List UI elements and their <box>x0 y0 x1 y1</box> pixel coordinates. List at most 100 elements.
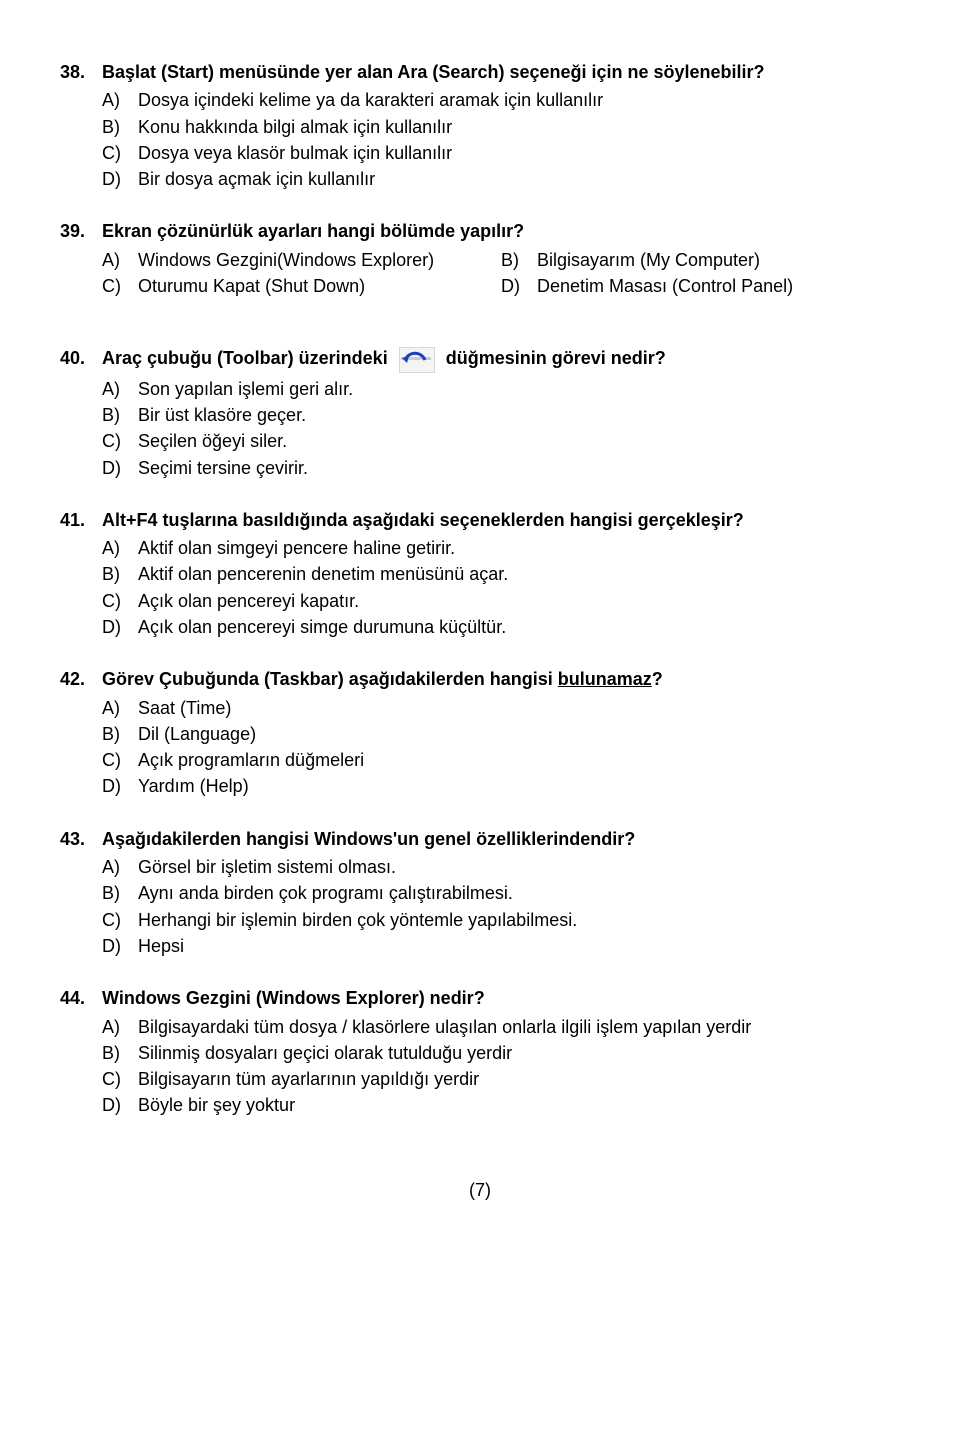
option-text: Silinmiş dosyaları geçici olarak tutuldu… <box>138 1041 900 1065</box>
undo-icon <box>399 347 435 373</box>
q39-row-ab: A) Windows Gezgini(Windows Explorer) B) … <box>102 248 900 272</box>
option-text: Bir üst klasöre geçer. <box>138 403 900 427</box>
option-text: Herhangi bir işlemin birden çok yöntemle… <box>138 908 900 932</box>
option-letter: A) <box>102 377 138 401</box>
option-text: Açık olan pencereyi simge durumuna küçül… <box>138 615 900 639</box>
option-text: Açık programların düğmeleri <box>138 748 900 772</box>
q42-stem: 42. Görev Çubuğunda (Taskbar) aşağıdakil… <box>60 667 900 691</box>
option-text: Oturumu Kapat (Shut Down) <box>138 274 501 298</box>
q40-number: 40. <box>60 346 102 372</box>
q39-option-c: C) Oturumu Kapat (Shut Down) <box>102 274 501 298</box>
question-41: 41. Alt+F4 tuşlarına basıldığında aşağıd… <box>60 508 900 639</box>
option-letter: B) <box>102 562 138 586</box>
option-letter: A) <box>102 536 138 560</box>
option-text: Windows Gezgini(Windows Explorer) <box>138 248 501 272</box>
q43-stem: 43. Aşağıdakilerden hangisi Windows'un g… <box>60 827 900 851</box>
q39-stem: 39. Ekran çözünürlük ayarları hangi bölü… <box>60 219 900 243</box>
q43-text: Aşağıdakilerden hangisi Windows'un genel… <box>102 827 900 851</box>
option-text: Bilgisayardaki tüm dosya / klasörlere ul… <box>138 1015 900 1039</box>
q42-text: Görev Çubuğunda (Taskbar) aşağıdakilerde… <box>102 667 900 691</box>
q41-text: Alt+F4 tuşlarına basıldığında aşağıdaki … <box>102 508 900 532</box>
option-letter: A) <box>102 88 138 112</box>
question-40: 40. Araç çubuğu (Toolbar) üzerindeki düğ… <box>60 346 900 479</box>
option-letter: B) <box>501 248 537 272</box>
q44-option-b: B) Silinmiş dosyaları geçici olarak tutu… <box>102 1041 900 1065</box>
q44-option-c: C) Bilgisayarın tüm ayarlarının yapıldığ… <box>102 1067 900 1091</box>
option-text: Aktif olan pencerenin denetim menüsünü a… <box>138 562 900 586</box>
option-text: Açık olan pencereyi kapatır. <box>138 589 900 613</box>
option-letter: C) <box>102 589 138 613</box>
q41-number: 41. <box>60 508 102 532</box>
option-text: Bilgisayarın tüm ayarlarının yapıldığı y… <box>138 1067 900 1091</box>
q39-row-cd: C) Oturumu Kapat (Shut Down) D) Denetim … <box>102 274 900 298</box>
q38-option-a: A) Dosya içindeki kelime ya da karakteri… <box>102 88 900 112</box>
q40-stem-pre: Araç çubuğu (Toolbar) üzerindeki <box>102 348 388 368</box>
q40-option-b: B) Bir üst klasöre geçer. <box>102 403 900 427</box>
option-text: Dil (Language) <box>138 722 900 746</box>
option-text: Dosya içindeki kelime ya da karakteri ar… <box>138 88 900 112</box>
option-text: Böyle bir şey yoktur <box>138 1093 900 1117</box>
option-letter: D) <box>102 167 138 191</box>
question-38: 38. Başlat (Start) menüsünde yer alan Ar… <box>60 60 900 191</box>
option-letter: C) <box>102 908 138 932</box>
option-letter: C) <box>102 1067 138 1091</box>
q44-number: 44. <box>60 986 102 1010</box>
question-44: 44. Windows Gezgini (Windows Explorer) n… <box>60 986 900 1117</box>
option-text: Saat (Time) <box>138 696 900 720</box>
q40-stem: 40. Araç çubuğu (Toolbar) üzerindeki düğ… <box>60 346 900 372</box>
q39-option-b: B) Bilgisayarım (My Computer) <box>501 248 900 272</box>
q42-option-c: C) Açık programların düğmeleri <box>102 748 900 772</box>
q40-text: Araç çubuğu (Toolbar) üzerindeki düğmesi… <box>102 346 900 372</box>
q42-option-a: A) Saat (Time) <box>102 696 900 720</box>
q40-stem-post: düğmesinin görevi nedir? <box>446 348 666 368</box>
q44-stem: 44. Windows Gezgini (Windows Explorer) n… <box>60 986 900 1010</box>
option-text: Denetim Masası (Control Panel) <box>537 274 900 298</box>
option-letter: D) <box>102 615 138 639</box>
option-letter: D) <box>102 934 138 958</box>
option-letter: C) <box>102 429 138 453</box>
question-42: 42. Görev Çubuğunda (Taskbar) aşağıdakil… <box>60 667 900 798</box>
option-text: Görsel bir işletim sistemi olması. <box>138 855 900 879</box>
option-letter: A) <box>102 248 138 272</box>
q44-option-d: D) Böyle bir şey yoktur <box>102 1093 900 1117</box>
q42-options: A) Saat (Time) B) Dil (Language) C) Açık… <box>102 696 900 799</box>
q41-stem: 41. Alt+F4 tuşlarına basıldığında aşağıd… <box>60 508 900 532</box>
q42-option-b: B) Dil (Language) <box>102 722 900 746</box>
q41-options: A) Aktif olan simgeyi pencere haline get… <box>102 536 900 639</box>
q38-option-c: C) Dosya veya klasör bulmak için kullanı… <box>102 141 900 165</box>
q42-number: 42. <box>60 667 102 691</box>
q44-option-a: A) Bilgisayardaki tüm dosya / klasörlere… <box>102 1015 900 1039</box>
option-text: Son yapılan işlemi geri alır. <box>138 377 900 401</box>
option-letter: D) <box>102 1093 138 1117</box>
option-text: Dosya veya klasör bulmak için kullanılır <box>138 141 900 165</box>
q38-text: Başlat (Start) menüsünde yer alan Ara (S… <box>102 60 900 84</box>
q38-option-d: D) Bir dosya açmak için kullanılır <box>102 167 900 191</box>
option-text: Seçimi tersine çevirir. <box>138 456 900 480</box>
q40-option-d: D) Seçimi tersine çevirir. <box>102 456 900 480</box>
q42-stem-post: ? <box>652 669 663 689</box>
q41-option-b: B) Aktif olan pencerenin denetim menüsün… <box>102 562 900 586</box>
q43-number: 43. <box>60 827 102 851</box>
q43-option-c: C) Herhangi bir işlemin birden çok yönte… <box>102 908 900 932</box>
q41-option-d: D) Açık olan pencereyi simge durumuna kü… <box>102 615 900 639</box>
q43-options: A) Görsel bir işletim sistemi olması. B)… <box>102 855 900 958</box>
q39-number: 39. <box>60 219 102 243</box>
q42-option-d: D) Yardım (Help) <box>102 774 900 798</box>
q39-option-d: D) Denetim Masası (Control Panel) <box>501 274 900 298</box>
option-letter: B) <box>102 115 138 139</box>
option-letter: D) <box>102 774 138 798</box>
option-text: Yardım (Help) <box>138 774 900 798</box>
option-letter: A) <box>102 1015 138 1039</box>
q41-option-c: C) Açık olan pencereyi kapatır. <box>102 589 900 613</box>
option-letter: D) <box>501 274 537 298</box>
question-43: 43. Aşağıdakilerden hangisi Windows'un g… <box>60 827 900 958</box>
q40-options: A) Son yapılan işlemi geri alır. B) Bir … <box>102 377 900 480</box>
q39-option-a: A) Windows Gezgini(Windows Explorer) <box>102 248 501 272</box>
q38-stem: 38. Başlat (Start) menüsünde yer alan Ar… <box>60 60 900 84</box>
q40-option-c: C) Seçilen öğeyi siler. <box>102 429 900 453</box>
option-text: Bir dosya açmak için kullanılır <box>138 167 900 191</box>
option-text: Hepsi <box>138 934 900 958</box>
option-letter: B) <box>102 722 138 746</box>
q38-option-b: B) Konu hakkında bilgi almak için kullan… <box>102 115 900 139</box>
option-text: Aktif olan simgeyi pencere haline getiri… <box>138 536 900 560</box>
